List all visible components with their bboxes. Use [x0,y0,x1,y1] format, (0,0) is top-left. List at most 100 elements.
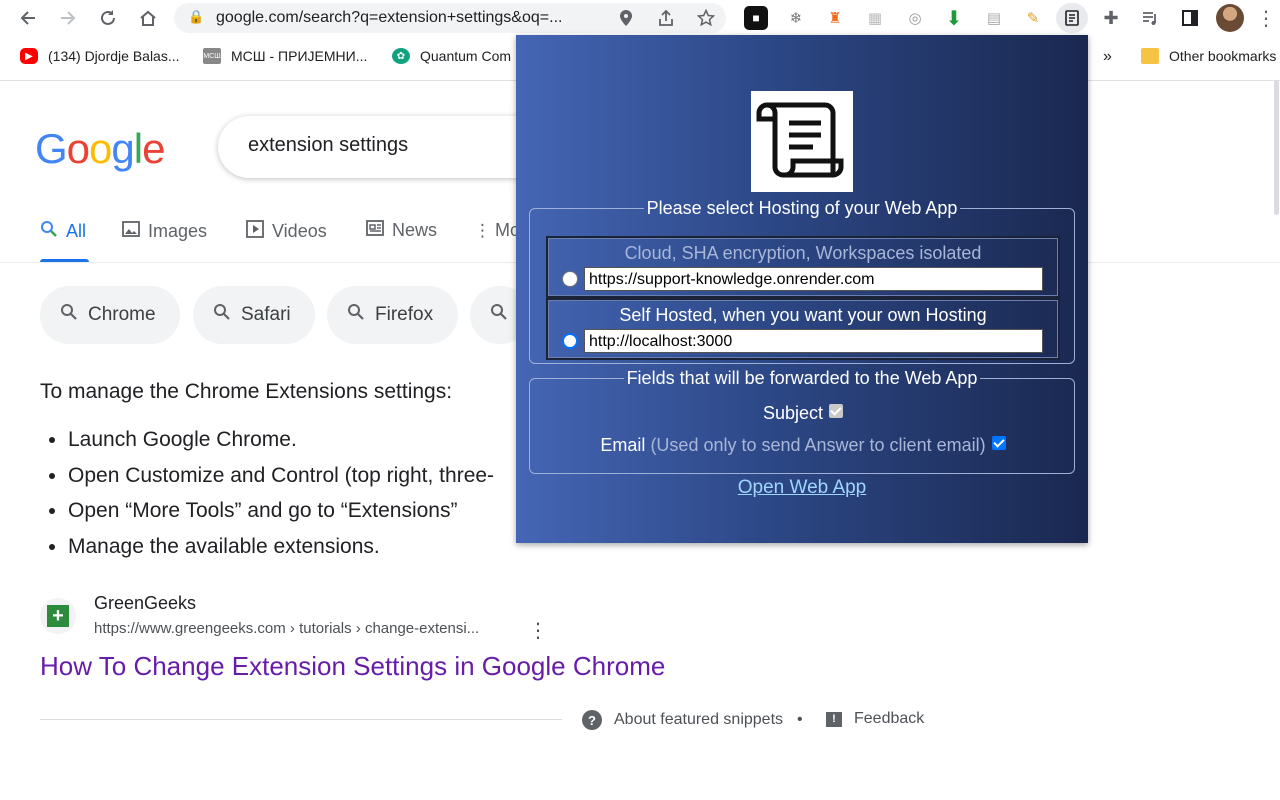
fields-fieldset: Fields that will be forwarded to the Web… [529,368,1075,474]
tab-news[interactable]: News [366,220,437,241]
about-featured-snippets[interactable]: ? About featured snippets • [582,710,803,730]
bookmark-youtube[interactable]: ▶ (134) Djordje Balas... [20,48,180,64]
hosting-legend: Please select Hosting of your Web App [646,198,958,218]
option-title: Self Hosted, when you want your own Host… [619,305,987,325]
cloud-radio[interactable] [562,271,578,287]
scroll-document-icon [751,91,853,192]
featured-snippet-list: Launch Google Chrome. Open Customize and… [40,422,494,564]
bookmark-star-icon[interactable] [696,8,716,28]
bookmark-label: МСШ - ПРИЈЕМНИ... [231,48,368,64]
tab-videos[interactable]: Videos [246,220,327,243]
bookmark-label: Other bookmarks [1169,48,1277,64]
download-extension-icon[interactable]: ⬇ [942,6,966,30]
profile-avatar[interactable] [1216,4,1244,32]
search-icon [490,303,508,327]
location-icon[interactable] [616,8,636,28]
hosting-option-self[interactable]: Self Hosted, when you want your own Host… [546,298,1060,360]
openai-icon: ✿ [392,48,410,64]
tab-label: News [392,220,438,240]
extension-7-icon[interactable]: ▤ [982,6,1006,30]
about-label: About featured snippets [614,711,784,728]
search-icon [40,220,58,243]
image-icon [122,220,140,243]
address-url[interactable]: google.com/search?q=extension+settings&o… [216,9,562,27]
other-bookmarks[interactable]: Other bookmarks [1141,48,1276,64]
address-bar[interactable]: 🔒 google.com/search?q=extension+settings… [174,3,726,33]
home-icon[interactable] [134,4,162,32]
reload-icon[interactable] [94,4,122,32]
news-icon [366,220,384,241]
extension-3-icon[interactable]: ♜ [823,6,847,30]
chip-firefox[interactable]: Firefox [327,286,458,344]
share-icon[interactable] [656,8,676,28]
reading-list-icon[interactable] [1138,6,1162,30]
subject-row: Subject [530,403,1076,424]
cloud-url-input[interactable]: https://support-knowledge.onrender.com [584,267,1043,291]
play-icon [246,220,264,243]
extension-5-icon[interactable]: ◎ [903,6,927,30]
bookmark-msš[interactable]: МСШ МСШ - ПРИЈЕМНИ... [203,48,367,64]
forward-icon[interactable] [54,4,82,32]
feedback-link[interactable]: ! Feedback [826,710,924,728]
chip-label: Safari [241,304,291,325]
result-title-link[interactable]: How To Change Extension Settings in Goog… [40,651,665,682]
google-logo[interactable]: Google [35,125,165,173]
browser-toolbar: 🔒 google.com/search?q=extension+settings… [0,0,1280,36]
self-hosted-url-input[interactable]: http://localhost:3000 [584,329,1043,353]
more-options-icon[interactable]: ⋮ [528,618,548,643]
self-hosted-radio[interactable] [562,333,578,349]
side-panel-icon[interactable] [1178,6,1202,30]
result-site-name[interactable]: GreenGeeks [94,593,196,614]
chip-label: Chrome [88,304,156,325]
tab-images[interactable]: Images [122,220,207,243]
featured-snippet-title: To manage the Chrome Extensions settings… [40,380,453,403]
extensions-puzzle-icon[interactable]: ✚ [1099,6,1123,30]
extension-popup: Please select Hosting of your Web App Cl… [516,35,1088,543]
tab-label: Images [148,221,208,241]
chip-label: Firefox [375,304,434,325]
tab-label: All [66,221,87,241]
result-url[interactable]: https://www.greengeeks.com › tutorials ›… [94,620,479,637]
extension-2-icon[interactable]: ❄ [784,6,808,30]
open-web-app-link[interactable]: Open Web App [516,477,1088,499]
extension-1-icon[interactable]: ■ [744,6,768,30]
hosting-option-cloud[interactable]: Cloud, SHA encryption, Workspaces isolat… [546,236,1060,298]
bookmarks-overflow-button[interactable]: » [1103,48,1112,66]
email-row: Email (Used only to send Answer to clien… [530,435,1076,456]
bookmark-quantum[interactable]: ✿ Quantum Com [392,48,516,64]
list-item: Manage the available extensions. [68,529,494,565]
subject-checkbox [829,404,844,418]
search-icon [60,303,78,327]
separator: • [797,711,803,728]
tab-more[interactable]: ⋮ Mo [474,220,520,241]
extension-4-icon[interactable]: ▦ [863,6,887,30]
more-vert-icon: ⋮ [474,220,491,240]
bookmark-label: (134) Djordje Balas... [48,48,180,64]
youtube-icon: ▶ [20,48,38,64]
menu-icon[interactable]: ⋮ [1252,4,1280,32]
search-icon [213,303,231,327]
help-icon: ? [582,710,602,730]
list-item: Open Customize and Control (top right, t… [68,458,494,494]
chip-safari[interactable]: Safari [193,286,315,344]
subject-label: Subject [762,403,824,423]
search-input[interactable]: extension settings [248,134,408,157]
color-picker-icon[interactable]: ✎ [1021,6,1045,30]
support-knowledge-extension-icon[interactable] [1056,3,1088,33]
lock-icon: 🔒 [188,9,205,24]
chip-chrome[interactable]: Chrome [40,286,180,344]
back-icon[interactable] [14,4,42,32]
email-note: (Used only to send Answer to client emai… [650,435,986,455]
tab-label: Videos [272,221,327,241]
email-checkbox[interactable] [991,436,1006,450]
hosting-fieldset: Please select Hosting of your Web App Cl… [529,198,1075,364]
greengeeks-favicon: + [40,598,76,634]
msš-icon: МСШ [203,48,221,64]
page-scrollbar[interactable] [1272,80,1280,800]
option-title: Cloud, SHA encryption, Workspaces isolat… [624,243,982,263]
tab-all[interactable]: All [40,220,86,243]
feedback-icon: ! [826,711,842,727]
fields-legend: Fields that will be forwarded to the Web… [626,368,978,388]
email-label: Email [600,435,646,455]
divider [40,719,562,720]
